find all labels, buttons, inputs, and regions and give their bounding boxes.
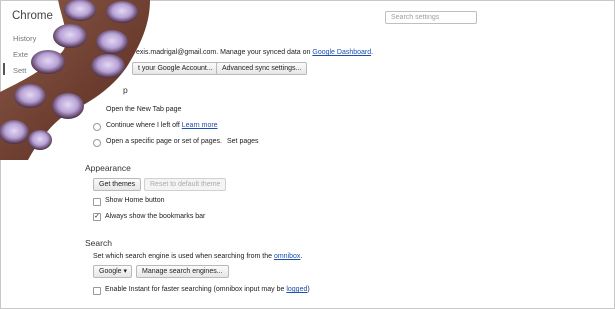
- show-home-checkbox[interactable]: [93, 198, 101, 206]
- set-pages-link[interactable]: Set pages: [227, 138, 259, 145]
- reset-theme-button[interactable]: Reset to default theme: [144, 178, 227, 191]
- search-engine-description: Set which search engine is used when sea…: [93, 253, 303, 260]
- dropdown-arrow-icon: ▾: [123, 268, 128, 275]
- search-engine-select[interactable]: Google ▾: [93, 265, 133, 278]
- manage-search-engines-button[interactable]: Manage search engines...: [136, 265, 229, 278]
- search-settings-input[interactable]: [385, 11, 477, 24]
- learn-more-link[interactable]: Learn more: [182, 122, 218, 129]
- google-dashboard-link[interactable]: Google Dashboard: [312, 49, 371, 56]
- bookmarks-bar-label: Always show the bookmarks bar: [105, 213, 206, 220]
- search-heading: Search: [85, 238, 112, 248]
- logged-link[interactable]: logged: [286, 286, 307, 293]
- get-themes-button[interactable]: Get themes: [93, 178, 142, 191]
- omnibox-link[interactable]: omnibox: [274, 253, 300, 260]
- instant-label: Enable Instant for faster searching (omn…: [105, 286, 310, 293]
- show-home-label: Show Home button: [105, 197, 165, 204]
- sync-status-text: exis.madrigal@gmail.com. Manage your syn…: [136, 49, 374, 56]
- instant-checkbox[interactable]: [93, 287, 101, 295]
- appearance-heading: Appearance: [85, 163, 131, 173]
- octopus-tentacle-image: [0, 0, 150, 160]
- advanced-sync-settings-button[interactable]: Advanced sync settings...: [216, 62, 308, 75]
- bookmarks-bar-checkbox[interactable]: ✓: [93, 213, 101, 221]
